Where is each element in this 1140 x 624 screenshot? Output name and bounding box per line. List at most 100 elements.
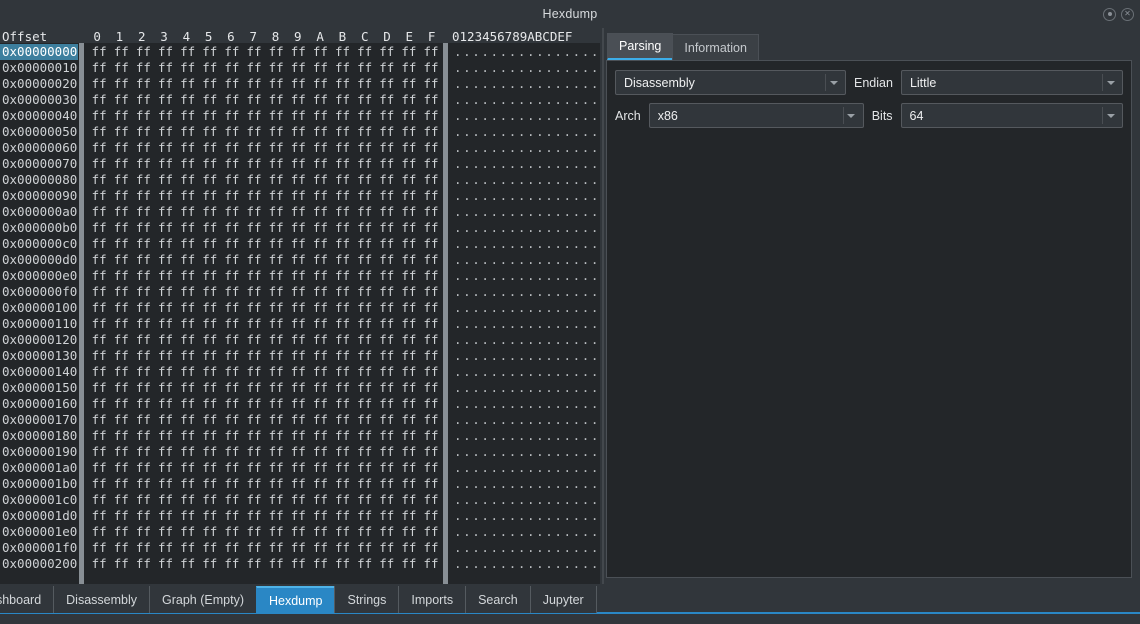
hex-byte[interactable]: ff [154,316,176,332]
hex-byte[interactable]: ff [376,556,398,572]
hex-byte[interactable]: ff [420,348,442,364]
hex-byte[interactable]: ff [376,460,398,476]
hex-byte[interactable]: ff [132,396,154,412]
hex-byte[interactable]: ff [221,204,243,220]
hex-byte[interactable]: ff [110,92,132,108]
bottom-tab-strings[interactable]: Strings [334,586,400,613]
byte-row[interactable]: ff ff ff ff ff ff ff ff ff ff ff ff ff ff ff ff [85,108,442,124]
hex-byte[interactable]: ff [177,492,199,508]
hex-byte[interactable]: ff [376,140,398,156]
hex-byte[interactable]: ff [199,252,221,268]
hex-byte[interactable]: ff [354,540,376,556]
hex-byte[interactable]: ff [287,460,309,476]
ascii-row[interactable]: ................ [449,556,600,572]
hex-byte[interactable]: ff [177,108,199,124]
hex-byte[interactable]: ff [221,92,243,108]
hex-byte[interactable]: ff [420,556,442,572]
hex-byte[interactable]: ff [398,540,420,556]
hex-byte[interactable]: ff [354,524,376,540]
hex-byte[interactable]: ff [154,508,176,524]
hex-byte[interactable]: ff [398,316,420,332]
offset-row[interactable]: 0x00000040 [0,108,78,124]
hex-byte[interactable]: ff [420,172,442,188]
hex-byte[interactable]: ff [88,348,110,364]
hex-byte[interactable]: ff [376,444,398,460]
ascii-row[interactable]: ................ [449,76,600,92]
hex-byte[interactable]: ff [265,172,287,188]
hex-byte[interactable]: ff [88,140,110,156]
hex-byte[interactable]: ff [199,156,221,172]
hex-byte[interactable]: ff [287,92,309,108]
hex-byte[interactable]: ff [154,540,176,556]
hex-byte[interactable]: ff [199,172,221,188]
hex-byte[interactable]: ff [88,476,110,492]
hex-byte[interactable]: ff [331,220,353,236]
ascii-row[interactable]: ................ [449,300,600,316]
offset-row[interactable]: 0x000000c0 [0,236,78,252]
hex-byte[interactable]: ff [177,316,199,332]
hex-byte[interactable]: ff [132,44,154,60]
hex-byte[interactable]: ff [199,444,221,460]
parse-mode-select[interactable]: Disassembly [615,70,846,95]
hex-byte[interactable]: ff [110,316,132,332]
offset-row[interactable]: 0x00000060 [0,140,78,156]
hex-byte[interactable]: ff [110,364,132,380]
ascii-row[interactable]: ................ [449,124,600,140]
ascii-row[interactable]: ................ [449,316,600,332]
offset-row[interactable]: 0x00000150 [0,380,78,396]
hex-byte[interactable]: ff [398,60,420,76]
hex-byte[interactable]: ff [287,204,309,220]
hex-byte[interactable]: ff [110,444,132,460]
hex-byte[interactable]: ff [265,252,287,268]
hex-byte[interactable]: ff [287,124,309,140]
offset-row[interactable]: 0x00000070 [0,156,78,172]
hex-byte[interactable]: ff [420,364,442,380]
hex-byte[interactable]: ff [398,204,420,220]
hex-byte[interactable]: ff [88,380,110,396]
hex-byte[interactable]: ff [132,428,154,444]
hex-byte[interactable]: ff [88,220,110,236]
hex-byte[interactable]: ff [177,460,199,476]
hex-byte[interactable]: ff [354,284,376,300]
hex-byte[interactable]: ff [354,44,376,60]
hex-byte[interactable]: ff [154,108,176,124]
hex-byte[interactable]: ff [309,140,331,156]
hex-byte[interactable]: ff [88,524,110,540]
hex-byte[interactable]: ff [110,348,132,364]
byte-row[interactable]: ff ff ff ff ff ff ff ff ff ff ff ff ff ff ff ff [85,524,442,540]
ascii-row[interactable]: ................ [449,428,600,444]
hex-byte[interactable]: ff [177,524,199,540]
hex-byte[interactable]: ff [132,332,154,348]
hex-byte[interactable]: ff [398,188,420,204]
hex-byte[interactable]: ff [287,316,309,332]
hex-byte[interactable]: ff [398,172,420,188]
hex-byte[interactable]: ff [132,252,154,268]
hex-byte[interactable]: ff [199,492,221,508]
hex-byte[interactable]: ff [376,284,398,300]
hex-byte[interactable]: ff [132,316,154,332]
hex-byte[interactable]: ff [110,412,132,428]
hex-byte[interactable]: ff [376,124,398,140]
hex-byte[interactable]: ff [221,444,243,460]
hex-byte[interactable]: ff [420,108,442,124]
hex-byte[interactable]: ff [398,300,420,316]
byte-row[interactable]: ff ff ff ff ff ff ff ff ff ff ff ff ff ff ff ff [85,380,442,396]
hex-byte[interactable]: ff [287,540,309,556]
hex-byte[interactable]: ff [243,380,265,396]
hex-byte[interactable]: ff [398,492,420,508]
ascii-row[interactable]: ................ [449,252,600,268]
hex-byte[interactable]: ff [177,508,199,524]
hex-byte[interactable]: ff [132,204,154,220]
hex-byte[interactable]: ff [309,204,331,220]
hex-byte[interactable]: ff [110,428,132,444]
byte-row[interactable]: ff ff ff ff ff ff ff ff ff ff ff ff ff ff ff ff [85,252,442,268]
hex-byte[interactable]: ff [354,140,376,156]
hex-byte[interactable]: ff [376,236,398,252]
hex-byte[interactable]: ff [132,92,154,108]
offset-row[interactable]: 0x00000160 [0,396,78,412]
ascii-row[interactable]: ................ [449,460,600,476]
hex-byte[interactable]: ff [376,156,398,172]
hex-byte[interactable]: ff [243,140,265,156]
hex-byte[interactable]: ff [354,476,376,492]
hex-byte[interactable]: ff [221,156,243,172]
